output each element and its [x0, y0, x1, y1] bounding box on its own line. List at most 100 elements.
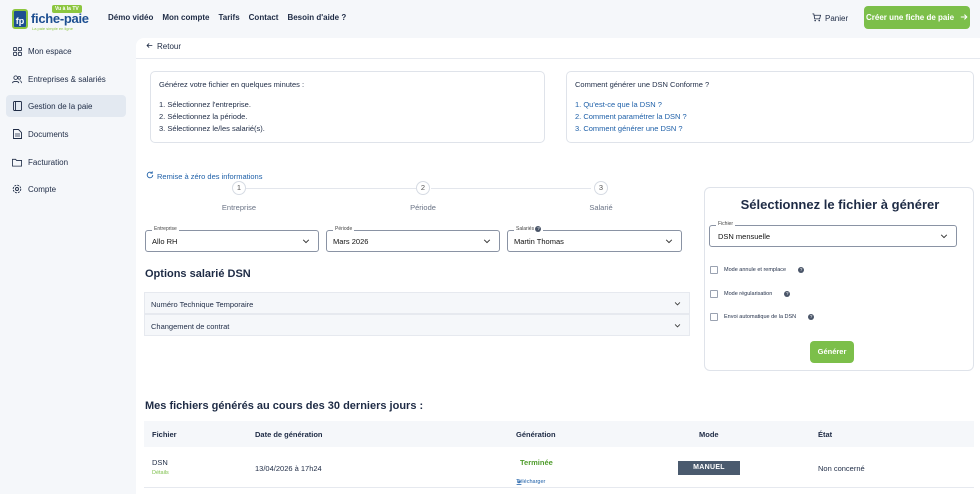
cart-label: Panier [825, 14, 849, 23]
help-link-configure-dsn[interactable]: 2. Comment paramétrer la DSN ? [575, 111, 965, 123]
column-header: Fichier [152, 430, 177, 439]
employees-select-label: Salariés ? [514, 226, 544, 232]
nav-link-pricing[interactable]: Tarifs [218, 13, 239, 22]
step-number: 2 [416, 181, 430, 195]
help-link-what-is-dsn[interactable]: 1. Qu'est-ce que la DSN ? [575, 99, 965, 111]
sidebar-item-label: Gestion de la paie [28, 101, 93, 111]
sidebar-item-payroll[interactable]: Gestion de la paie [6, 95, 126, 117]
download-label: Télécharger [516, 479, 546, 485]
sidebar: Mon espace Entreprises & salariés Gestio… [0, 36, 134, 494]
step-number: 3 [594, 181, 608, 195]
sidebar-item-label: Documents [28, 129, 69, 139]
help-icon[interactable]: ? [808, 314, 815, 320]
check-label: Mode régularisation [724, 291, 773, 297]
sidebar-item-label: Compte [28, 184, 57, 194]
arrow-left-icon [146, 42, 153, 51]
logo-badge: fp [12, 9, 28, 29]
check-auto-send[interactable]: Envoi automatique de la DSN ? [710, 313, 815, 321]
column-header: Date de génération [255, 430, 323, 439]
check-regularisation[interactable]: Mode régularisation ? [710, 290, 791, 298]
chevron-down-icon [665, 237, 673, 247]
stepper-step-period: 2 Période [393, 181, 453, 212]
accordion-label: Changement de contrat [151, 322, 230, 331]
sidebar-item-label: Facturation [28, 157, 69, 167]
help-box: Comment générer une DSN Conforme ? 1. Qu… [566, 71, 974, 143]
logo-tv-tag: Vu à la TV [52, 5, 82, 13]
generate-button[interactable]: Générer [810, 341, 854, 363]
instruction-step: 3. Sélectionnez le/les salarié(s). [159, 124, 265, 133]
sidebar-item-documents[interactable]: Documents [6, 123, 126, 145]
column-header: Mode [699, 430, 719, 439]
help-icon[interactable]: ? [798, 267, 805, 273]
employees-select[interactable]: Salariés ? Martin Thomas [507, 226, 682, 252]
logo-brand: fiche-paie [31, 11, 89, 26]
step-number: 1 [232, 181, 246, 195]
help-head: Comment générer une DSN Conforme ? [575, 80, 710, 89]
instruction-step: 2. Sélectionnez la période. [159, 112, 248, 121]
help-link-generate-dsn[interactable]: 3. Comment générer une DSN ? [575, 123, 965, 135]
back-label: Retour [157, 42, 182, 51]
cell-date: 13/04/2026 à 17h24 [255, 464, 322, 473]
nav-link-help[interactable]: Besoin d'aide ? [287, 13, 346, 22]
checkbox[interactable] [710, 313, 718, 321]
checkbox[interactable] [710, 290, 718, 298]
files-table-header: Fichier Date de génération Génération Mo… [144, 421, 974, 447]
check-label: Mode annule et remplace [724, 267, 787, 273]
help-icon[interactable]: ? [784, 291, 791, 297]
reset-link[interactable]: Remise à zéro des informations [146, 171, 262, 181]
nav-link-account[interactable]: Mon compte [162, 13, 209, 22]
accordion-temporary-number[interactable]: Numéro Technique Temporaire [144, 292, 690, 314]
grid-icon [12, 46, 22, 56]
chevron-down-icon [940, 232, 948, 242]
sidebar-item-companies-employees[interactable]: Entreprises & salariés [6, 68, 126, 90]
refresh-icon [146, 171, 154, 181]
generator-title: Sélectionnez le fichier à générer [740, 197, 940, 212]
check-cancel-replace[interactable]: Mode annule et remplace ? [710, 266, 805, 274]
chevron-down-icon [674, 322, 681, 331]
book-icon [12, 101, 22, 111]
chevron-down-icon [483, 237, 491, 247]
checkbox[interactable] [710, 266, 718, 274]
chevron-down-icon [302, 237, 310, 247]
chevron-down-icon [674, 300, 681, 309]
company-select[interactable]: Entreprise Allo RH [145, 226, 319, 252]
step-label: Période [410, 203, 436, 212]
back-link[interactable]: Retour [146, 42, 181, 51]
company-select-label: Entreprise [152, 226, 179, 232]
header-divider [136, 58, 980, 59]
details-link[interactable]: Détails [152, 470, 169, 476]
top-navigation: fp fiche-paie Vu à la TV La paie simple … [0, 0, 980, 36]
file-type-select[interactable]: Fichier DSN mensuelle [709, 221, 957, 247]
nav-link-demo[interactable]: Démo vidéo [108, 13, 153, 22]
step-label: Salarié [589, 203, 613, 212]
file-type-label: Fichier [716, 221, 736, 227]
file-type-value: DSN mensuelle [718, 232, 771, 241]
stepper-line [246, 188, 416, 189]
sidebar-item-account[interactable]: Compte [6, 178, 126, 200]
column-header: État [818, 430, 833, 439]
logo[interactable]: fp fiche-paie Vu à la TV La paie simple … [12, 4, 104, 32]
table-row: DSN Détails 13/04/2026 à 17h24 Terminée … [144, 448, 974, 488]
check-label: Envoi automatique de la DSN [724, 314, 797, 320]
employees-select-label-text: Salariés [516, 226, 535, 232]
folder-icon [12, 157, 22, 167]
nav-link-contact[interactable]: Contact [249, 13, 279, 22]
gear-icon [12, 184, 22, 194]
document-icon [12, 129, 22, 139]
files-title: Mes fichiers générés au cours des 30 der… [145, 400, 424, 412]
cell-state: Non concerné [818, 464, 865, 473]
cart-icon [812, 13, 822, 24]
cell-file: DSN [152, 458, 168, 467]
step-label: Entreprise [221, 203, 257, 212]
accordion-contract-change[interactable]: Changement de contrat [144, 314, 690, 336]
period-select[interactable]: Période Mars 2026 [326, 226, 500, 252]
sidebar-item-billing[interactable]: Facturation [6, 151, 126, 173]
sidebar-item-my-space[interactable]: Mon espace [6, 40, 126, 62]
column-header: Génération [516, 430, 556, 439]
sidebar-item-label: Mon espace [28, 46, 72, 56]
cart-button[interactable]: Panier [812, 13, 848, 24]
create-payslip-button[interactable]: Créer une fiche de paie [864, 6, 970, 29]
mode-badge: MANUEL [678, 461, 740, 475]
help-icon[interactable]: ? [535, 226, 542, 232]
logo-slogan: La paie simple en ligne [32, 26, 73, 31]
